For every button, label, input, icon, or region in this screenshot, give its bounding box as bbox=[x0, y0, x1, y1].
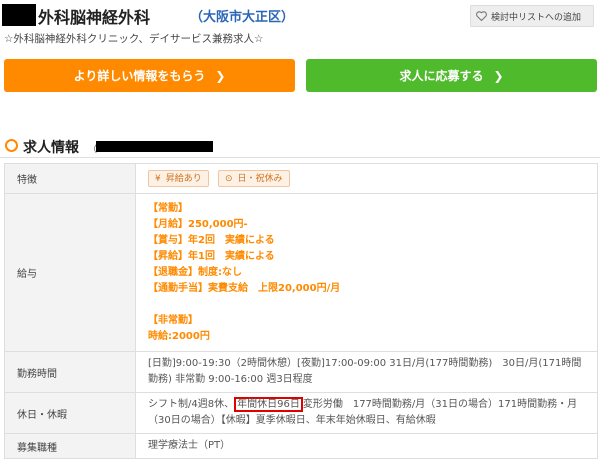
position-value: 理学療法士（PT） bbox=[135, 433, 598, 459]
table-row: 勤務時間 [日勤]9:00-19:30（2時間休憩）[夜勤]17:00-09:0… bbox=[4, 351, 598, 393]
feature-tag: ⊙ 日・祝休み bbox=[217, 170, 290, 187]
circle-icon bbox=[5, 139, 18, 152]
holidays-value: シフト制/4週8休、 年間休日96日 変形労働 177時間勤務/月（31日の場合）1… bbox=[135, 392, 598, 434]
salary-label: 給与 bbox=[4, 193, 136, 352]
section-header: 求人情報 （ bbox=[0, 136, 600, 156]
holidays-text: シフト制/4週8休、 bbox=[148, 399, 235, 410]
job-subtitle: ☆外科脳神経外科クリニック、デイサービス兼務求人☆ bbox=[4, 33, 264, 45]
feature-tag-label: 昇給あり bbox=[165, 173, 202, 184]
section-title: 求人情報 bbox=[23, 140, 79, 156]
redacted-bar bbox=[96, 141, 213, 152]
salary-line bbox=[148, 297, 585, 313]
chevron-right-icon: ❯ bbox=[493, 68, 504, 83]
hours-label: 勤務時間 bbox=[4, 351, 136, 393]
heart-icon bbox=[471, 11, 491, 21]
redacted-block bbox=[2, 4, 36, 26]
apply-button[interactable]: 求人に応募する ❯ bbox=[306, 59, 597, 92]
features-value: ¥ 昇給あり ⊙ 日・祝休み bbox=[135, 163, 598, 194]
holidays-label: 休日・休暇 bbox=[4, 392, 136, 434]
salary-line: 【月給】250,000円- bbox=[148, 218, 248, 230]
watchlist-label: 検討中リストへの追加 bbox=[491, 12, 582, 23]
salary-line: 【非常勤】 bbox=[148, 314, 198, 326]
request-info-label: より詳しい情報をもらう bbox=[73, 69, 206, 83]
yen-icon: ¥ bbox=[155, 173, 161, 184]
job-info-table: 特徴 ¥ 昇給あり ⊙ 日・祝休み 給与 【常勤】 【月給】250,000円- … bbox=[4, 163, 598, 459]
header: 外科脳神経外科 （大阪市大正区） 検討中リストへの追加 bbox=[0, 0, 600, 30]
feature-tag: ¥ 昇給あり bbox=[148, 170, 209, 187]
clock-icon: ⊙ bbox=[224, 173, 233, 184]
apply-label: 求人に応募する bbox=[399, 69, 484, 83]
salary-line: 時給:2000円 bbox=[148, 330, 210, 342]
clinic-title: 外科脳神経外科 bbox=[38, 8, 151, 27]
clinic-location[interactable]: （大阪市大正区） bbox=[190, 6, 294, 25]
salary-line: 【退職金】制度:なし bbox=[148, 266, 242, 278]
table-row: 特徴 ¥ 昇給あり ⊙ 日・祝休み bbox=[4, 163, 598, 194]
salary-line: 【通勤手当】実費支給 上限20,000円/月 bbox=[148, 282, 341, 294]
table-row: 休日・休暇 シフト制/4週8休、 年間休日96日 変形労働 177時間勤務/月（31… bbox=[4, 392, 598, 434]
request-info-button[interactable]: より詳しい情報をもらう ❯ bbox=[4, 59, 295, 92]
salary-line: 【昇給】年1回 実績による bbox=[148, 250, 275, 262]
hours-value: [日勤]9:00-19:30（2時間休憩）[夜勤]17:00-09:00 31日… bbox=[135, 351, 598, 393]
position-label: 募集職種 bbox=[4, 433, 136, 459]
annual-holidays-highlight: 年間休日96日 bbox=[234, 397, 303, 412]
table-row: 給与 【常勤】 【月給】250,000円- 【賞与】年2回 実績による 【昇給】… bbox=[4, 193, 598, 352]
salary-value: 【常勤】 【月給】250,000円- 【賞与】年2回 実績による 【昇給】年1回… bbox=[135, 193, 598, 352]
table-row: 募集職種 理学療法士（PT） bbox=[4, 433, 598, 459]
salary-line: 【賞与】年2回 実績による bbox=[148, 234, 275, 246]
feature-tag-label: 日・祝休み bbox=[237, 173, 283, 184]
divider bbox=[0, 157, 600, 158]
chevron-right-icon: ❯ bbox=[215, 68, 226, 83]
salary-line: 【常勤】 bbox=[148, 202, 188, 214]
add-to-watchlist-button[interactable]: 検討中リストへの追加 bbox=[470, 5, 594, 27]
features-label: 特徴 bbox=[4, 163, 136, 194]
